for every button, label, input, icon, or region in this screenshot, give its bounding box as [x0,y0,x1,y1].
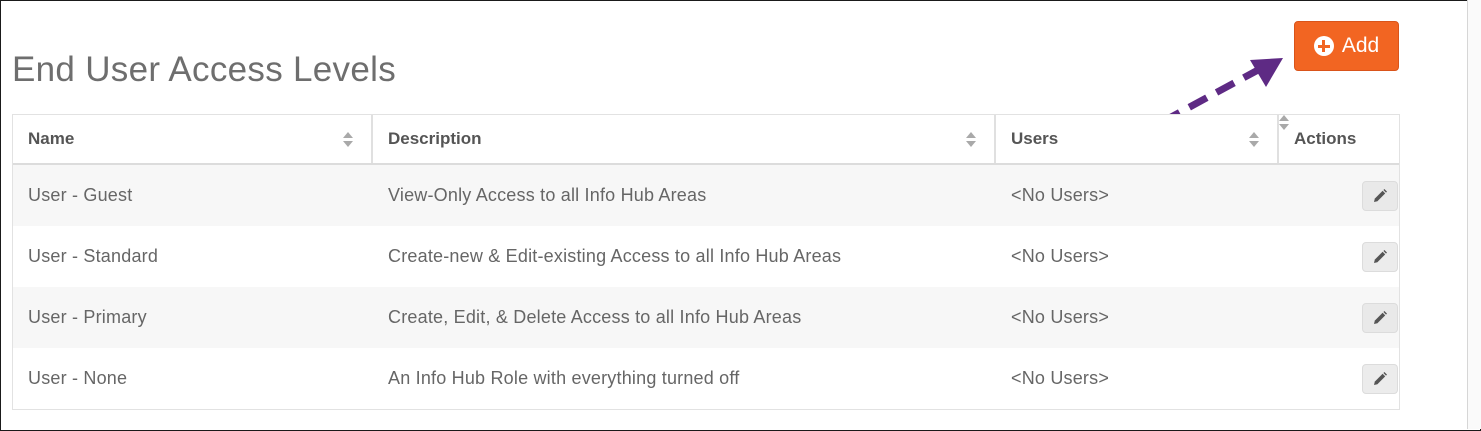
cell-description: Create-new & Edit-existing Access to all… [388,246,842,266]
edit-button[interactable] [1362,302,1398,333]
access-levels-table: Name Description Users Actions User - Gu… [12,114,1400,410]
column-header-actions[interactable]: Actions [1279,115,1399,163]
cell-name: User - Standard [28,246,159,266]
cell-name: User - Primary [28,307,147,327]
cell-name: User - None [28,368,128,388]
add-button-label: Add [1341,34,1380,57]
cell-users: <No Users> [1011,368,1110,388]
page-title: End User Access Levels [12,50,396,89]
table-row: User - Primary Create, Edit, & Delete Ac… [13,287,1399,348]
vertical-scrollbar[interactable] [1467,0,1481,429]
sort-icon[interactable] [1359,132,1369,148]
cell-users: <No Users> [1011,307,1110,327]
table-row: User - None An Info Hub Role with everyt… [13,348,1399,409]
sort-icon[interactable] [966,132,976,148]
pencil-icon [1374,310,1387,324]
pencil-icon [1374,188,1387,202]
table-row: User - Standard Create-new & Edit-existi… [13,226,1399,287]
cell-users: <No Users> [1011,246,1110,266]
column-header-description[interactable]: Description [373,115,996,163]
sort-icon[interactable] [343,132,353,148]
cell-users: <No Users> [1011,185,1110,205]
cell-description: An Info Hub Role with everything turned … [388,368,740,388]
pencil-icon [1374,371,1387,385]
table-header: Name Description Users Actions [13,115,1399,165]
cell-actions [1279,180,1399,211]
pencil-icon [1374,249,1387,263]
sort-icon[interactable] [1249,132,1259,148]
add-button[interactable]: Add [1294,21,1399,71]
edit-button[interactable] [1362,180,1398,211]
cell-description: View-Only Access to all Info Hub Areas [388,185,707,205]
column-header-name[interactable]: Name [13,115,373,163]
cell-name: User - Guest [28,185,133,205]
edit-button[interactable] [1362,241,1398,272]
cell-actions [1279,302,1399,333]
cell-description: Create, Edit, & Delete Access to all Inf… [388,307,802,327]
edit-button[interactable] [1362,363,1398,394]
column-header-users[interactable]: Users [996,115,1279,163]
plus-circle-icon [1313,36,1334,56]
cell-actions [1279,363,1399,394]
cell-actions [1279,241,1399,272]
table-row: User - Guest View-Only Access to all Inf… [13,165,1399,226]
